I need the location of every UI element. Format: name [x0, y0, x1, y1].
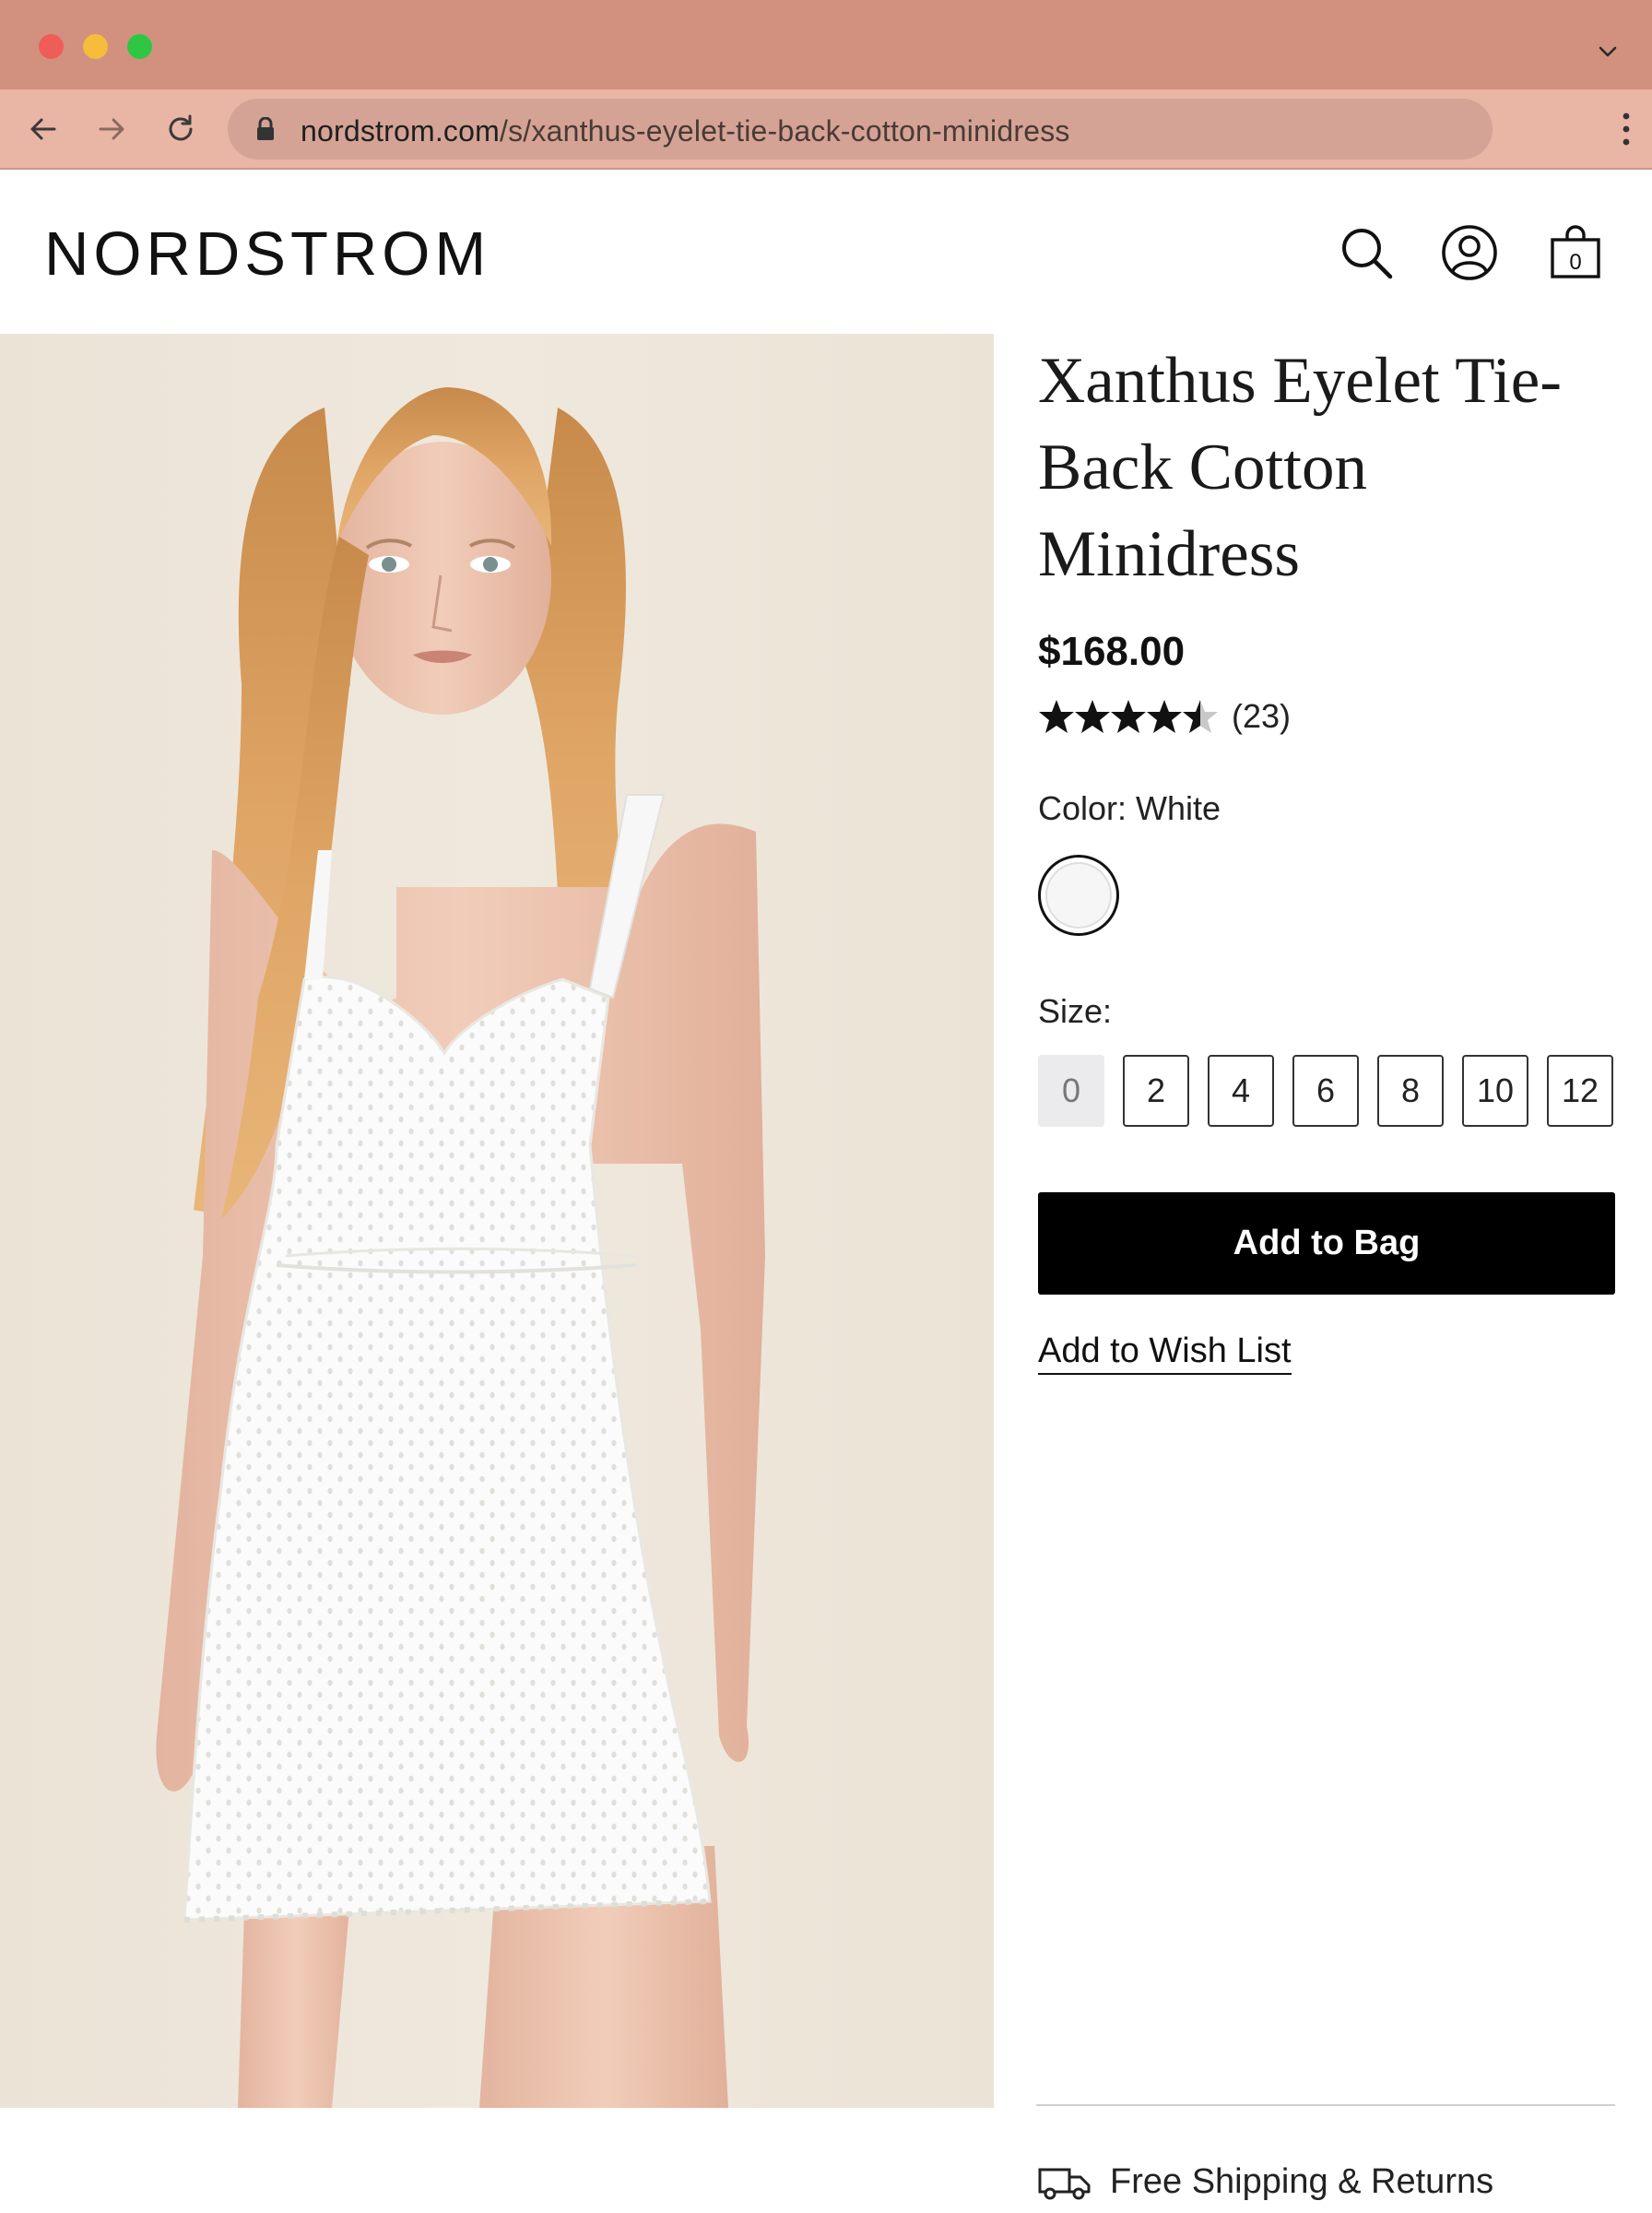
size-option[interactable]: 6: [1292, 1055, 1359, 1127]
url-path: /s/xanthus-eyelet-tie-back-cotton-minidr…: [500, 114, 1070, 148]
star-icon: [1111, 700, 1146, 733]
lock-icon: [257, 117, 274, 140]
kebab-menu-icon[interactable]: [1619, 110, 1634, 148]
maximize-window-button[interactable]: [127, 34, 152, 59]
size-label: Size:: [1038, 992, 1113, 1030]
review-count[interactable]: (23): [1232, 697, 1291, 736]
shipping-text: Free Shipping & Returns: [1110, 2162, 1494, 2201]
product-details: Xanthus Eyelet Tie-Back Cotton Minidress…: [1038, 334, 1615, 1375]
close-window-button[interactable]: [39, 34, 64, 59]
add-to-wish-list-link[interactable]: Add to Wish List: [1038, 1331, 1292, 1375]
url-host: nordstrom.com: [301, 114, 500, 148]
product-image[interactable]: [0, 334, 994, 2108]
size-option[interactable]: 2: [1123, 1055, 1189, 1127]
swatch-fill: [1045, 862, 1112, 929]
site-header: NORDSTROM 0: [0, 170, 1652, 334]
star-rating: [1039, 700, 1218, 733]
size-option[interactable]: 8: [1377, 1055, 1444, 1127]
reload-icon: [169, 114, 193, 141]
forward-arrow-icon: [99, 118, 124, 140]
size-option[interactable]: 12: [1547, 1055, 1613, 1127]
browser-toolbar: nordstrom.com/s/xanthus-eyelet-tie-back-…: [0, 89, 1652, 170]
half-star-icon: [1183, 700, 1218, 733]
shopping-bag-icon: 0: [1551, 225, 1600, 278]
reload-button[interactable]: [159, 108, 202, 150]
truck-icon: [1038, 2168, 1091, 2199]
account-button[interactable]: [1438, 221, 1501, 284]
nordstrom-logo[interactable]: NORDSTROM: [44, 219, 490, 290]
section-divider: [1036, 2104, 1615, 2106]
back-arrow-icon: [30, 118, 56, 140]
star-icon: [1075, 700, 1110, 733]
size-option[interactable]: 0: [1038, 1055, 1104, 1127]
minimize-window-button[interactable]: [83, 34, 108, 59]
color-label: Color: White: [1038, 789, 1221, 827]
star-icon: [1039, 700, 1074, 733]
model-photo: [156, 387, 766, 2108]
search-icon: [1342, 229, 1393, 279]
browser-titlebar: [0, 0, 1652, 89]
back-button[interactable]: [22, 108, 65, 150]
size-option[interactable]: 4: [1208, 1055, 1274, 1127]
account-icon: [1442, 225, 1497, 280]
bag-count: 0: [1569, 250, 1581, 275]
chevron-down-icon[interactable]: [1597, 41, 1619, 63]
star-icon: [1147, 700, 1182, 733]
search-button[interactable]: [1335, 221, 1398, 284]
url-text: nordstrom.com/s/xanthus-eyelet-tie-back-…: [301, 114, 1070, 148]
shipping-info[interactable]: Free Shipping & Returns: [1038, 2162, 1493, 2202]
shopping-bag-button[interactable]: 0: [1544, 221, 1607, 284]
product-rating[interactable]: (23): [1038, 697, 1291, 736]
color-swatch-white[interactable]: [1038, 855, 1119, 936]
address-bar[interactable]: nordstrom.com/s/xanthus-eyelet-tie-back-…: [228, 99, 1493, 160]
product-price: $168.00: [1038, 629, 1186, 674]
add-to-bag-button[interactable]: Add to Bag: [1038, 1192, 1615, 1295]
product-title: Xanthus Eyelet Tie-Back Cotton Minidress: [1038, 345, 1562, 590]
size-option[interactable]: 10: [1462, 1055, 1528, 1127]
size-selector: 0 2 4 6 8 10 12: [1038, 1055, 1613, 1127]
forward-button[interactable]: [90, 108, 133, 150]
